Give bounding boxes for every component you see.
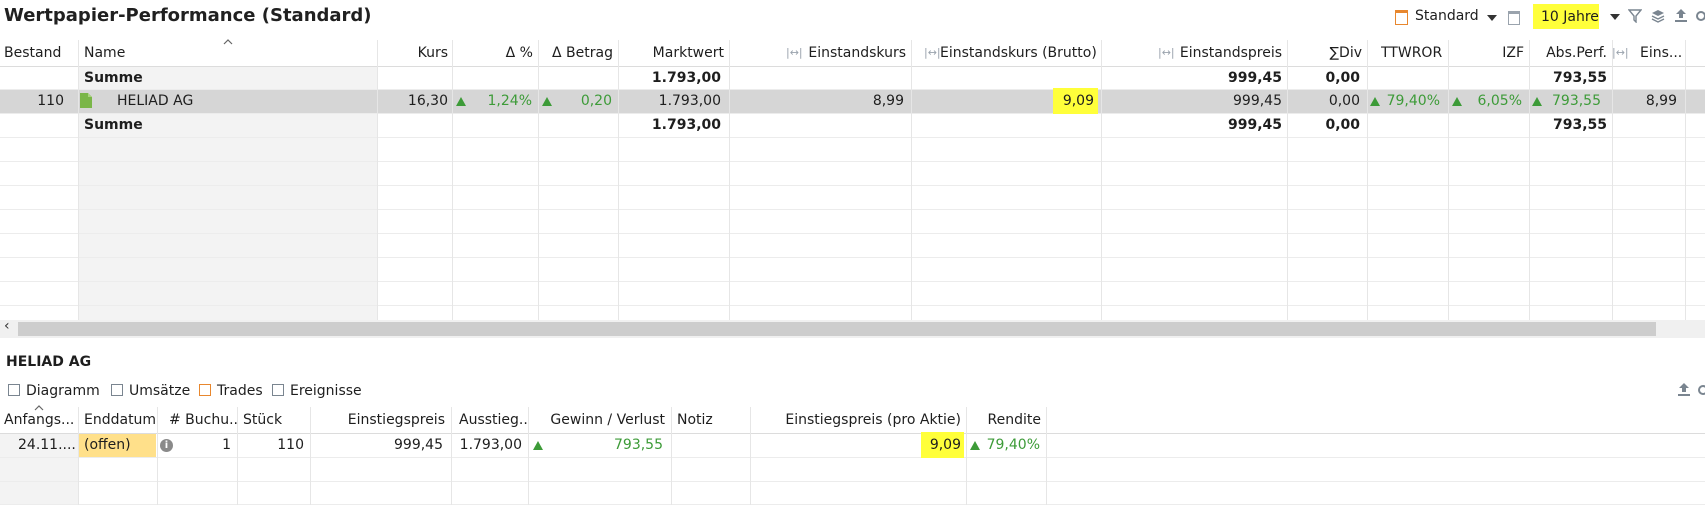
export-icon[interactable]: [1674, 8, 1688, 23]
row-name: HELIAD AG: [117, 93, 194, 109]
detail-header-enddatum[interactable]: Enddatum: [84, 407, 156, 433]
row-kurs: 16,30: [407, 93, 448, 109]
calendar-icon[interactable]: [1508, 11, 1520, 25]
filter-icon[interactable]: [1628, 9, 1642, 23]
up-arrow-icon: [1532, 97, 1542, 106]
tab-label: Trades: [217, 383, 263, 399]
detail-ausstieg: 1.793,00: [459, 437, 522, 453]
summe-label: Summe: [84, 117, 143, 133]
dropdown-icon[interactable]: [1487, 15, 1497, 21]
up-arrow-icon: [1452, 97, 1462, 106]
detail-enddatum: (offen): [84, 437, 131, 453]
calendar-icon: [1395, 10, 1408, 25]
row-marktwert: 1.793,00: [658, 93, 721, 109]
up-arrow-icon: [533, 441, 543, 450]
header-bestand[interactable]: Bestand: [4, 40, 76, 66]
detail-buchungen: 1: [222, 437, 231, 453]
resize-column-icon[interactable]: |↔|: [1158, 46, 1175, 59]
summe-absperf: 793,55: [1552, 70, 1607, 86]
tab-label: Ereignisse: [290, 383, 362, 399]
period-label: 10 Jahre: [1541, 9, 1599, 25]
header-einstandskurs[interactable]: Einstandskurs: [800, 40, 906, 66]
tab-label: Umsätze: [129, 383, 191, 399]
summe-einstandspreis: 999,45: [1227, 117, 1282, 133]
header-div[interactable]: ∑Div: [1290, 40, 1362, 66]
row-bestand: 110: [37, 93, 64, 109]
row-izf: 6,05%: [1477, 93, 1522, 109]
header-delta-betrag[interactable]: Δ Betrag: [541, 40, 613, 66]
horizontal-scrollbar[interactable]: ‹: [0, 318, 1705, 338]
row-einstandskurs: 8,99: [872, 93, 904, 109]
export-icon[interactable]: [1677, 382, 1691, 397]
detail-gewinn: 793,55: [614, 437, 663, 453]
tab-umsaetze[interactable]: Umsätze: [111, 383, 190, 399]
detail-header-einstiegspreis-pro-aktie[interactable]: Einstiegspreis (pro Aktie): [753, 407, 961, 433]
detail-header-einstiegspreis[interactable]: Einstiegspreis: [313, 407, 445, 433]
tab-ereignisse[interactable]: Ereignisse: [272, 383, 362, 399]
up-arrow-icon: [970, 441, 980, 450]
detail-title: HELIAD AG: [6, 354, 92, 370]
info-icon[interactable]: i: [160, 439, 173, 452]
row-ttwror: 79,40%: [1386, 93, 1440, 109]
header-izf[interactable]: IZF: [1451, 40, 1524, 66]
up-arrow-icon: [456, 97, 466, 106]
detail-einstiegspreis-pro-aktie: 9,09: [929, 437, 961, 453]
detail-einstiegspreis: 999,45: [394, 437, 443, 453]
detail-header-stueck[interactable]: Stück: [243, 407, 309, 433]
detail-header-anfang[interactable]: Anfangs...: [4, 407, 76, 433]
list-icon: [111, 384, 123, 396]
tab-trades[interactable]: Trades: [199, 383, 263, 399]
detail-anfang: 24.11....: [18, 437, 76, 453]
row-absperf: 793,55: [1552, 93, 1601, 109]
period-selector[interactable]: 10 Jahre: [1533, 4, 1599, 29]
row-div: 0,00: [1328, 93, 1360, 109]
layers-icon[interactable]: [1651, 9, 1665, 23]
detail-header-notiz[interactable]: Notiz: [677, 407, 747, 433]
summe-div: 0,00: [1325, 70, 1360, 86]
detail-header-gewinn[interactable]: Gewinn / Verlust: [531, 407, 665, 433]
sort-ascending-icon: [223, 39, 233, 45]
settings-icon[interactable]: [1696, 383, 1705, 397]
detail-header-rendite[interactable]: Rendite: [969, 407, 1041, 433]
scrollbar-thumb[interactable]: [18, 322, 1656, 336]
scroll-left-icon[interactable]: ‹: [4, 318, 10, 334]
up-arrow-icon: [1370, 97, 1380, 106]
up-arrow-icon: [542, 97, 552, 106]
header-eins[interactable]: Eins...: [1640, 40, 1685, 66]
header-marktwert[interactable]: Marktwert: [621, 40, 724, 66]
row-eins: 8,99: [1645, 93, 1677, 109]
header-kurs[interactable]: Kurs: [380, 40, 448, 66]
summe-einstandspreis: 999,45: [1227, 70, 1282, 86]
summe-absperf: 793,55: [1552, 117, 1607, 133]
header-einstandspreis[interactable]: Einstandspreis: [1175, 40, 1282, 66]
summe-label: Summe: [84, 70, 143, 86]
header-delta-pct[interactable]: Δ %: [455, 40, 533, 66]
tab-label: Diagramm: [26, 383, 100, 399]
trades-icon: [199, 384, 211, 396]
chart-icon: [8, 384, 20, 396]
resize-column-icon[interactable]: |↔|: [1612, 46, 1629, 59]
header-absperf[interactable]: Abs.Perf.: [1532, 40, 1607, 66]
header-einstandskurs-brutto[interactable]: Einstandskurs (Brutto): [940, 40, 1096, 66]
header-ttwror[interactable]: TTWROR: [1381, 40, 1445, 66]
resize-column-icon[interactable]: |↔|: [924, 46, 941, 59]
summe-marktwert: 1.793,00: [651, 70, 721, 86]
settings-icon[interactable]: [1694, 9, 1705, 23]
summe-marktwert: 1.793,00: [651, 117, 721, 133]
row-delta-pct: 1,24%: [487, 93, 532, 109]
detail-header-buchungen[interactable]: # Buchu...: [169, 407, 237, 433]
view-label: Standard: [1415, 8, 1479, 24]
calendar-icon: [272, 384, 284, 396]
page-title: Wertpapier-Performance (Standard): [4, 5, 372, 26]
document-icon: [80, 93, 92, 108]
detail-header-ausstieg[interactable]: Ausstieg...: [459, 407, 527, 433]
summe-div: 0,00: [1325, 117, 1360, 133]
row-delta-betrag: 0,20: [580, 93, 612, 109]
row-einstandspreis: 999,45: [1233, 93, 1282, 109]
dropdown-icon[interactable]: [1610, 14, 1620, 20]
detail-stueck: 110: [277, 437, 304, 453]
tab-diagramm[interactable]: Diagramm: [8, 383, 100, 399]
row-einstandskurs-brutto: 9,09: [1062, 93, 1094, 109]
detail-rendite: 79,40%: [986, 437, 1040, 453]
